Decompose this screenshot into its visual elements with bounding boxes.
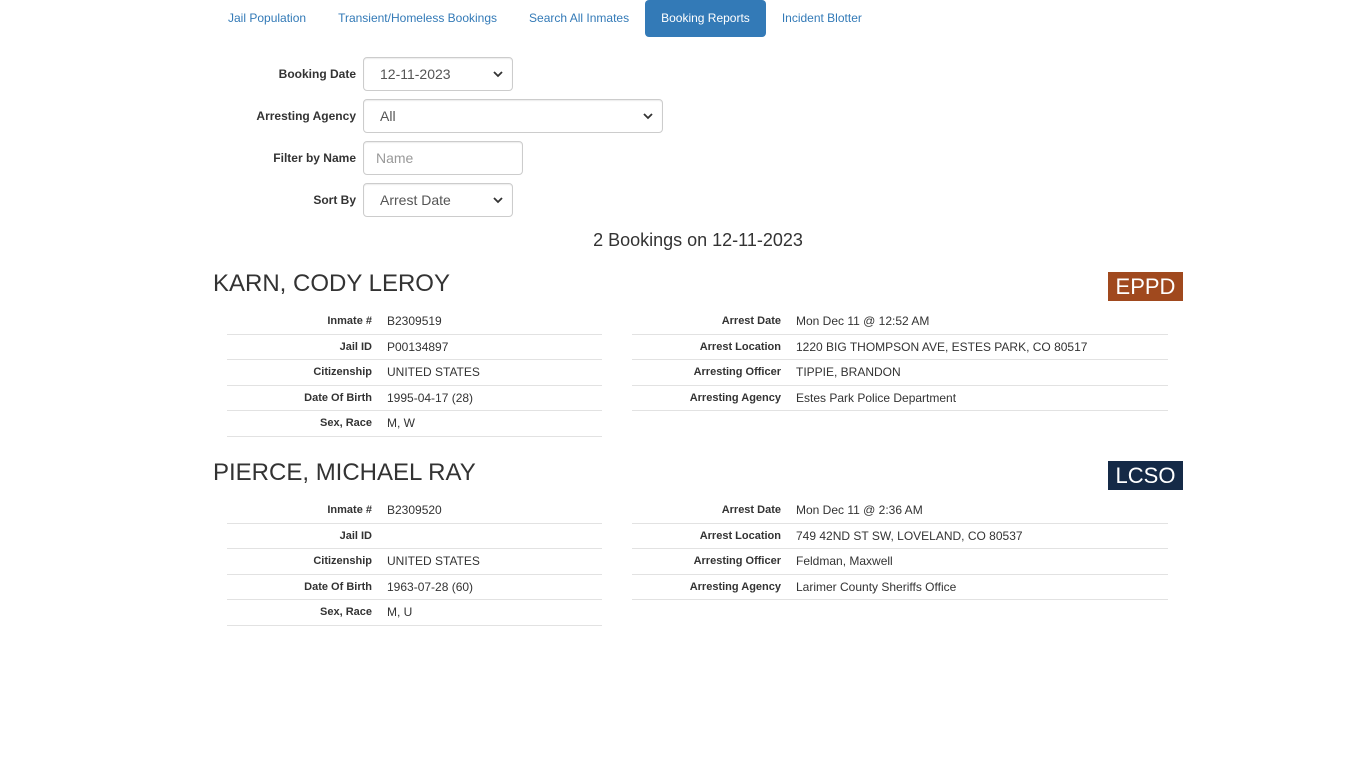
booking-date-value: 12-11-2023 [380,66,451,82]
nav-tabs: Jail Population Transient/Homeless Booki… [212,0,878,37]
detail-key: Inmate # [327,315,372,328]
detail-value: B2309520 [387,503,442,518]
detail-row: Inmate # B2309520 [227,498,602,524]
detail-value: M, U [387,605,413,620]
inmate-name[interactable]: PIERCE, MICHAEL RAY [213,459,476,487]
detail-key: Arresting Agency [689,580,781,593]
booking-date-row: Booking Date 12-11-2023 [200,57,513,91]
chevron-down-icon [492,68,504,80]
detail-value: Larimer County Sheriffs Office [796,579,957,594]
detail-value: B2309519 [387,314,442,329]
detail-row: Inmate # B2309519 [227,309,602,335]
filter-name-placeholder: Name [376,150,414,166]
detail-value: Mon Dec 11 @ 2:36 AM [796,503,923,518]
inmate-name[interactable]: KARN, CODY LEROY [213,270,450,298]
bookings-count: 2 Bookings on 12-11-2023 [593,230,803,250]
booking-card: KARN, CODY LEROY EPPD Inmate # B2309519 J… [213,270,1183,440]
detail-value: 749 42ND ST SW, LOVELAND, CO 80537 [796,528,1023,543]
detail-value: Feldman, Maxwell [796,554,893,569]
sort-by-label: Sort By [313,193,356,207]
inmate-details: Inmate # B2309520 Jail ID Citizenship UNIT… [227,498,602,626]
sort-by-select[interactable]: Arrest Date [363,183,513,217]
sort-by-value: Arrest Date [380,192,451,208]
detail-row: Arresting Agency Estes Park Police Depart… [632,386,1168,411]
detail-value: Mon Dec 11 @ 12:52 AM [796,314,930,329]
agency-badge: LCSO [1108,461,1183,490]
inmate-details: Inmate # B2309519 Jail ID P00134897 Citize… [227,309,602,437]
detail-row: Jail ID [227,524,602,549]
detail-row: Sex, Race M, W [227,411,602,437]
filter-name-label: Filter by Name [273,151,356,165]
detail-row: Arresting Officer Feldman, Maxwell [632,549,1168,575]
filter-name-input[interactable]: Name [363,141,523,175]
detail-key: Jail ID [339,340,372,353]
tab-transient-homeless-bookings[interactable]: Transient/Homeless Bookings [322,0,513,37]
detail-value: 1995-04-17 (28) [387,390,474,405]
detail-value: UNITED STATES [387,554,480,569]
arresting-agency-label: Arresting Agency [256,109,356,123]
detail-row: Citizenship UNITED STATES [227,360,602,386]
detail-value: Estes Park Police Department [796,390,957,405]
agency-badge: EPPD [1108,272,1183,301]
chevron-down-icon [642,110,654,122]
detail-key: Date Of Birth [304,391,372,404]
booking-date-label: Booking Date [278,67,356,81]
booking-date-select[interactable]: 12-11-2023 [363,57,513,91]
detail-key: Arresting Officer [693,366,781,379]
detail-row: Date Of Birth 1995-04-17 (28) [227,386,602,411]
detail-key: Jail ID [339,529,372,542]
detail-key: Sex, Race [320,417,372,430]
detail-key: Arrest Location [699,340,781,353]
detail-row: Date Of Birth 1963-07-28 (60) [227,575,602,600]
detail-value: 1220 BIG THOMPSON AVE, ESTES PARK, CO 80… [796,339,1088,354]
detail-value: P00134897 [387,339,449,354]
detail-key: Arrest Location [699,529,781,542]
detail-value: UNITED STATES [387,365,480,380]
detail-row: Citizenship UNITED STATES [227,549,602,575]
detail-row: Arrest Date Mon Dec 11 @ 12:52 AM [632,309,1168,335]
detail-row: Sex, Race M, U [227,600,602,626]
arresting-agency-row: Arresting Agency All [200,99,663,133]
detail-row: Arrest Location 749 42ND ST SW, LOVELAND,… [632,524,1168,549]
detail-value: TIPPIE, BRANDON [796,365,901,380]
tab-incident-blotter[interactable]: Incident Blotter [766,0,878,37]
detail-key: Arresting Officer [693,555,781,568]
detail-row: Arresting Agency Larimer County Sheriffs … [632,575,1168,600]
arresting-agency-value: All [380,108,396,124]
detail-key: Sex, Race [320,606,372,619]
detail-value: 1963-07-28 (60) [387,579,474,594]
arrest-details: Arrest Date Mon Dec 11 @ 12:52 AM Arrest … [632,309,1168,411]
detail-row: Arrest Location 1220 BIG THOMPSON AVE, ES… [632,335,1168,360]
chevron-down-icon [492,194,504,206]
arresting-agency-select[interactable]: All [363,99,663,133]
detail-key: Date Of Birth [304,580,372,593]
detail-key: Arrest Date [721,504,781,517]
detail-key: Inmate # [327,504,372,517]
detail-key: Arrest Date [721,315,781,328]
tab-search-all-inmates[interactable]: Search All Inmates [513,0,645,37]
tab-jail-population[interactable]: Jail Population [212,0,322,37]
detail-row: Jail ID P00134897 [227,335,602,360]
detail-value: M, W [387,416,415,431]
detail-row: Arrest Date Mon Dec 11 @ 2:36 AM [632,498,1168,524]
booking-card: PIERCE, MICHAEL RAY LCSO Inmate # B230952… [213,459,1183,629]
detail-key: Citizenship [313,366,372,379]
detail-key: Citizenship [313,555,372,568]
detail-key: Arresting Agency [689,391,781,404]
filter-name-row: Filter by Name Name [200,141,523,175]
sort-by-row: Sort By Arrest Date [200,183,513,217]
tab-booking-reports[interactable]: Booking Reports [645,0,766,37]
detail-row: Arresting Officer TIPPIE, BRANDON [632,360,1168,386]
arrest-details: Arrest Date Mon Dec 11 @ 2:36 AM Arrest L… [632,498,1168,600]
